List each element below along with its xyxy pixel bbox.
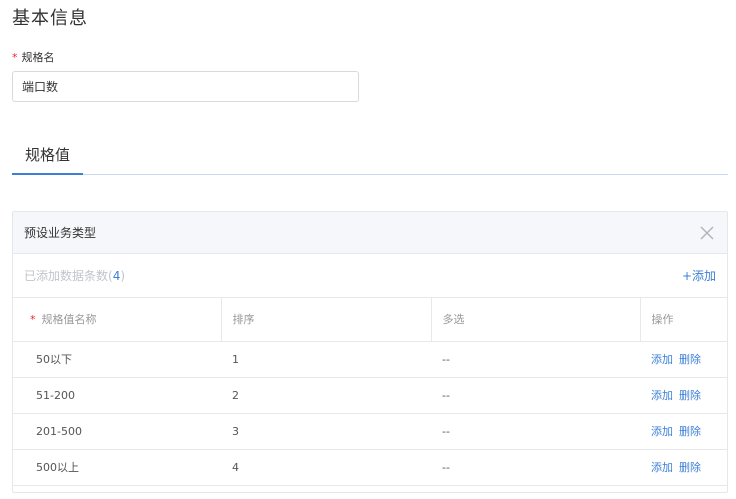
spec-name-label-text: 规格名 bbox=[21, 51, 55, 64]
cell-actions: 添加 删除 bbox=[640, 413, 727, 450]
required-mark: * bbox=[12, 51, 18, 64]
section-title: 基本信息 bbox=[12, 8, 88, 29]
record-count-suffix: ) bbox=[120, 269, 126, 283]
spec-name-input[interactable] bbox=[12, 71, 359, 102]
panel-title: 预设业务类型 bbox=[24, 226, 97, 240]
cell-name: 50以下 bbox=[13, 341, 221, 378]
close-icon[interactable] bbox=[699, 225, 715, 241]
spec-edit-page: 基本信息 *规格名 规格值 预设业务类型 已添加数据条数(4) +添加 *规格值… bbox=[0, 0, 736, 499]
record-count: 已添加数据条数(4) bbox=[24, 254, 125, 298]
column-header-multi: 多选 bbox=[431, 298, 641, 342]
cell-order: 3 bbox=[221, 413, 431, 450]
table-row: 50以下 1 -- 添加 删除 bbox=[13, 341, 727, 378]
cell-name: 201-500 bbox=[13, 413, 221, 450]
row-delete-link[interactable]: 删除 bbox=[679, 353, 701, 366]
add-row-button[interactable]: +添加 bbox=[682, 254, 716, 298]
row-add-link[interactable]: 添加 bbox=[651, 461, 673, 474]
record-count-prefix: 已添加数据条数( bbox=[24, 269, 113, 283]
cell-name: 500以上 bbox=[13, 449, 221, 486]
spec-name-label: * 规格名 bbox=[12, 49, 55, 65]
column-header-order: 排序 bbox=[221, 298, 432, 342]
row-add-link[interactable]: 添加 bbox=[651, 353, 673, 366]
row-delete-link[interactable]: 删除 bbox=[679, 461, 701, 474]
column-header-name: * 规格值名称 bbox=[13, 298, 222, 342]
column-header-label: 规格值名称 bbox=[41, 313, 97, 327]
cell-multi: -- bbox=[431, 449, 640, 486]
cell-name: 51-200 bbox=[13, 377, 221, 414]
panel-toolbar: 已添加数据条数(4) +添加 bbox=[13, 254, 727, 298]
table-row: 51-200 2 -- 添加 删除 bbox=[13, 377, 727, 414]
row-delete-link[interactable]: 删除 bbox=[679, 389, 701, 402]
column-header-actions: 操作 bbox=[640, 298, 727, 342]
table-row: 500以上 4 -- 添加 删除 bbox=[13, 449, 727, 486]
tab-spec-values[interactable]: 规格值 bbox=[12, 140, 83, 175]
cell-multi: -- bbox=[431, 341, 640, 378]
row-delete-link[interactable]: 删除 bbox=[679, 425, 701, 438]
cell-actions: 添加 删除 bbox=[640, 341, 727, 378]
table-row: 201-500 3 -- 添加 删除 bbox=[13, 413, 727, 450]
row-add-link[interactable]: 添加 bbox=[651, 389, 673, 402]
cell-order: 2 bbox=[221, 377, 431, 414]
cell-order: 4 bbox=[221, 449, 431, 486]
tab-bar: 规格值 bbox=[12, 140, 728, 175]
preset-business-type-panel: 预设业务类型 已添加数据条数(4) +添加 * 规格值名称 排序 多选 操作 5… bbox=[12, 211, 728, 493]
cell-actions: 添加 删除 bbox=[640, 377, 727, 414]
cell-multi: -- bbox=[431, 377, 640, 414]
panel-header: 预设业务类型 bbox=[13, 212, 727, 254]
row-add-link[interactable]: 添加 bbox=[651, 425, 673, 438]
cell-order: 1 bbox=[221, 341, 431, 378]
table-header-row: * 规格值名称 排序 多选 操作 bbox=[13, 298, 727, 342]
cell-multi: -- bbox=[431, 413, 640, 450]
required-mark: * bbox=[30, 313, 36, 327]
cell-actions: 添加 删除 bbox=[640, 449, 727, 486]
spec-values-table: * 规格值名称 排序 多选 操作 50以下 1 -- 添加 删除 51-200 2 … bbox=[13, 298, 727, 486]
